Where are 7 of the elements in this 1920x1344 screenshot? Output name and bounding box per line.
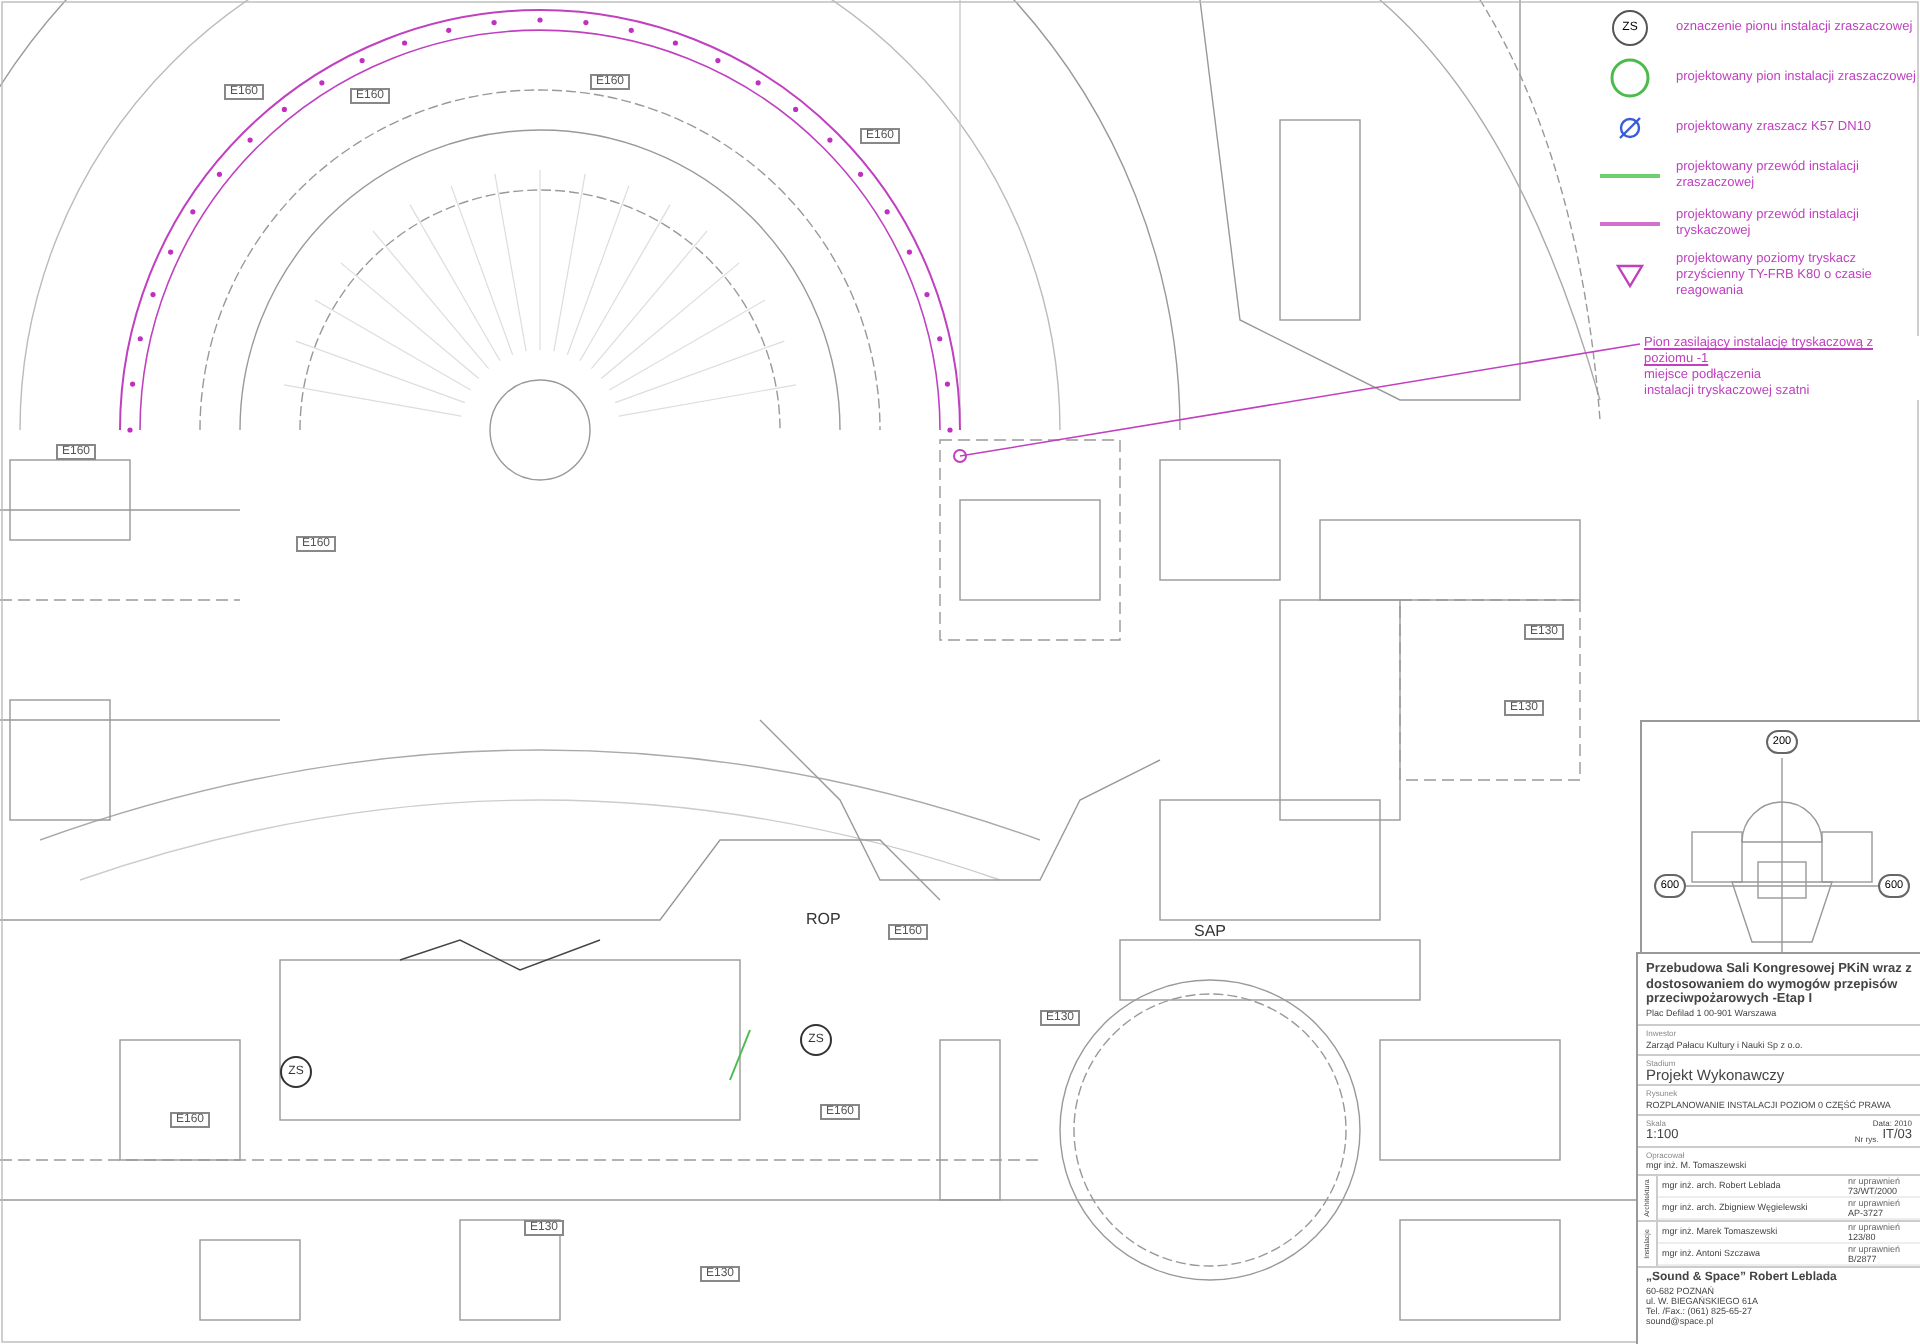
plan-label: SAP <box>1194 924 1227 940</box>
pipe-line-icon <box>1600 222 1660 226</box>
plan-label: ROP <box>806 912 841 928</box>
slashed-circle-icon <box>1616 114 1644 142</box>
pipe-line-icon <box>1600 174 1660 178</box>
triangle-icon <box>1616 264 1644 288</box>
circle-icon <box>1608 56 1652 100</box>
